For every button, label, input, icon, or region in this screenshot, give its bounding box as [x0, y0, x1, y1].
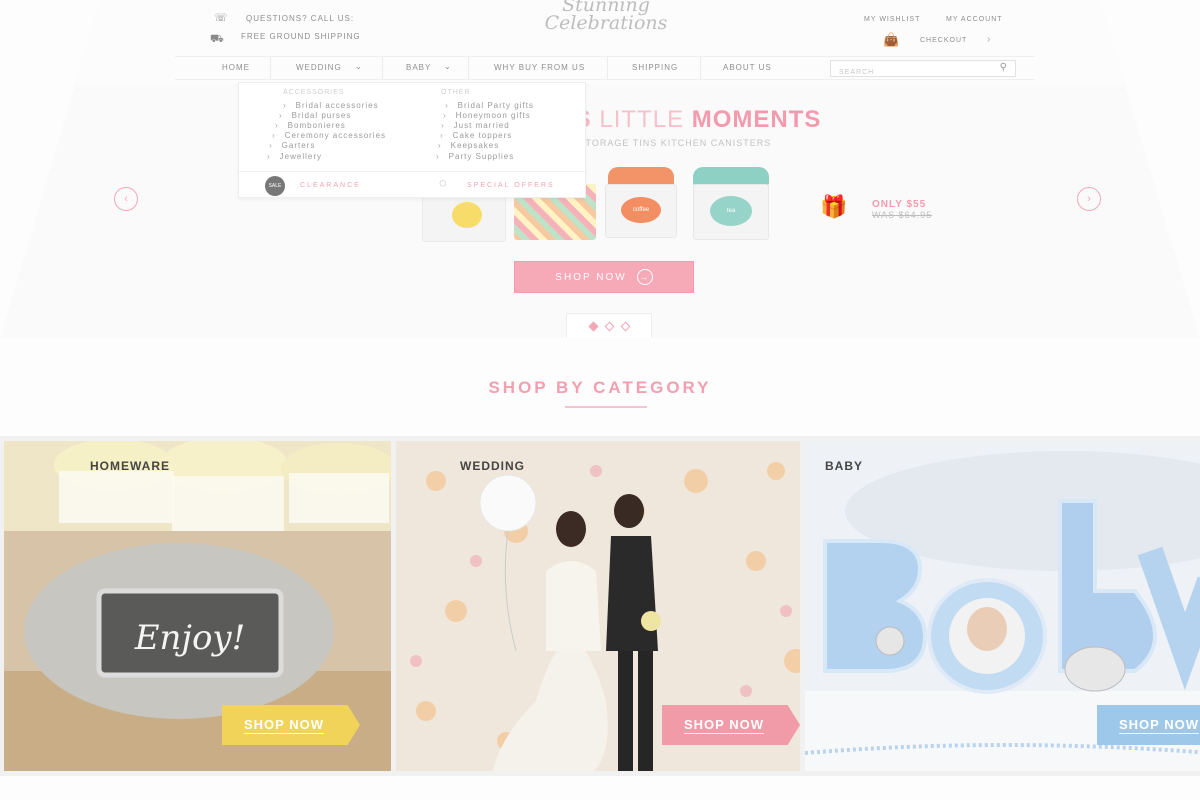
shopping-bag-icon[interactable]: 👜 — [883, 33, 899, 46]
heading-underline — [565, 406, 647, 408]
slider-dot[interactable] — [604, 321, 614, 331]
tin-label-tea: tea — [710, 196, 752, 226]
slider-dot[interactable] — [588, 321, 598, 331]
dropdown-item[interactable]: › Bombonieres — [275, 121, 346, 130]
wishlist-link[interactable]: MY WISHLIST — [864, 16, 920, 23]
baby-shop-now-button[interactable]: SHOP NOW — [1097, 705, 1200, 745]
tin-label-coffee: coffee — [621, 197, 661, 223]
chevron-right-icon: › — [272, 131, 276, 140]
search-icon[interactable]: ⚲ — [1000, 62, 1007, 73]
nav-about[interactable]: ABOUT US — [723, 63, 772, 72]
account-link[interactable]: MY ACCOUNT — [946, 16, 1003, 23]
chevron-down-icon: ⌄ — [444, 62, 451, 71]
nav-divider — [700, 57, 701, 79]
dropdown-item[interactable]: › Bridal Party gifts — [445, 101, 534, 110]
nav-home[interactable]: HOME — [222, 63, 250, 72]
clearance-link[interactable]: CLEARANCE — [300, 182, 361, 189]
truck-icon: ⛟ — [210, 33, 224, 45]
tin-lid-teal — [693, 167, 769, 185]
chevron-right-icon: › — [275, 121, 279, 130]
nav-divider — [468, 57, 469, 79]
tin-label-1 — [452, 202, 482, 228]
logo-line2: Celebrations — [544, 12, 668, 34]
hero-title: 'S LITTLE MOMENTS — [568, 106, 822, 133]
nav-divider — [270, 57, 271, 79]
chevron-right-icon: › — [269, 141, 273, 150]
shipping-label: FREE GROUND SHIPPING — [241, 32, 361, 41]
category-label-wedding: WEDDING — [460, 459, 525, 473]
dropdown-item[interactable]: › Bridal accessories — [283, 101, 379, 110]
ring-icon: ◌ — [439, 175, 447, 190]
homeware-shop-now-button[interactable]: SHOP NOW — [222, 705, 360, 745]
nav-wedding[interactable]: WEDDING — [296, 63, 342, 72]
category-label-homeware: HOMEWARE — [90, 459, 170, 473]
dropdown-item[interactable]: › Keepsakes — [438, 141, 499, 150]
slider-prev-button[interactable]: ‹ — [114, 187, 138, 211]
section-heading: SHOP BY CATEGORY — [488, 378, 712, 397]
search-input[interactable] — [831, 65, 981, 80]
nav-baby[interactable]: BABY — [406, 63, 431, 72]
gift-icon: 🎁 — [820, 194, 848, 219]
checkout-link[interactable]: CHECKOUT — [920, 37, 967, 44]
dropdown-heading-accessories: ACCESSORIES — [283, 89, 345, 96]
dropdown-item[interactable]: › Ceremony accessories — [272, 131, 386, 140]
category-card-homeware[interactable]: Enjoy! HOMEWARE SHOP NOW — [0, 436, 419, 776]
slider-dot[interactable] — [620, 321, 630, 331]
chevron-down-icon: ⌄ — [355, 62, 362, 71]
price-current: ONLY $55 — [872, 199, 927, 210]
nav-why-buy[interactable]: WHY BUY FROM US — [494, 63, 585, 72]
tin-lid-orange — [608, 167, 674, 185]
dropdown-item[interactable]: › Just married — [441, 121, 510, 130]
site-logo[interactable]: Stunning Celebrations — [530, 0, 682, 34]
site-header: ☏ QUESTIONS? CALL US: ⛟ FREE GROUND SHIP… — [0, 0, 1200, 84]
hero-subtitle: LE STORAGE TINS KITCHEN CANISTERS — [562, 138, 772, 148]
chevron-right-icon: › — [436, 152, 440, 161]
sale-badge-icon: SALE — [265, 176, 285, 196]
chevron-right-icon: › — [438, 141, 442, 150]
dropdown-item[interactable]: › Jewellery — [267, 152, 322, 161]
arrow-right-icon: → — [636, 269, 653, 285]
dropdown-item[interactable]: › Bridal purses — [279, 111, 351, 120]
nav-shipping[interactable]: SHIPPING — [632, 63, 678, 72]
phone-icon: ☏ — [214, 12, 228, 24]
wedding-dropdown-menu: ACCESSORIES › Bridal accessories › Bridal … — [238, 82, 586, 198]
chevron-right-icon: › — [440, 131, 444, 140]
slider-pagination — [566, 313, 652, 338]
category-label-baby: BABY — [825, 459, 864, 473]
price-original: WAS $64.95 — [872, 210, 933, 220]
chevron-right-icon: › — [445, 101, 449, 110]
dropdown-item[interactable]: › Honeymoon gifts — [443, 111, 531, 120]
enjoy-sign-text: Enjoy! — [134, 618, 246, 658]
nav-divider — [607, 57, 608, 79]
nav-divider — [382, 57, 383, 79]
phone-label: QUESTIONS? CALL US: — [246, 14, 355, 23]
dropdown-promo-bar: SALE CLEARANCE ◌ SPECIAL OFFERS — [239, 171, 585, 198]
hero-shop-now-button[interactable]: SHOP NOW → — [514, 261, 694, 293]
chevron-right-icon: › — [267, 152, 271, 161]
dropdown-item[interactable]: › Party Supplies — [436, 152, 514, 161]
chevron-right-icon: › — [283, 101, 287, 110]
chevron-right-icon: › — [987, 34, 991, 45]
chevron-right-icon: › — [279, 111, 283, 120]
dropdown-item[interactable]: › Garters — [269, 141, 315, 150]
category-card-baby[interactable]: BABY SHOP NOW — [800, 436, 1200, 776]
category-card-wedding[interactable]: WEDDING SHOP NOW — [391, 436, 829, 776]
special-offers-link[interactable]: SPECIAL OFFERS — [467, 182, 555, 189]
search-box[interactable]: ⚲ — [830, 60, 1016, 80]
wedding-shop-now-button[interactable]: SHOP NOW — [662, 705, 800, 745]
dropdown-item[interactable]: › Cake toppers — [440, 131, 512, 140]
slider-next-button[interactable]: › — [1077, 187, 1101, 211]
chevron-right-icon: › — [443, 111, 447, 120]
dropdown-heading-other: OTHER — [441, 89, 471, 96]
website-mockup: ☏ QUESTIONS? CALL US: ⛟ FREE GROUND SHIP… — [0, 0, 1200, 338]
chevron-right-icon: › — [441, 121, 445, 130]
